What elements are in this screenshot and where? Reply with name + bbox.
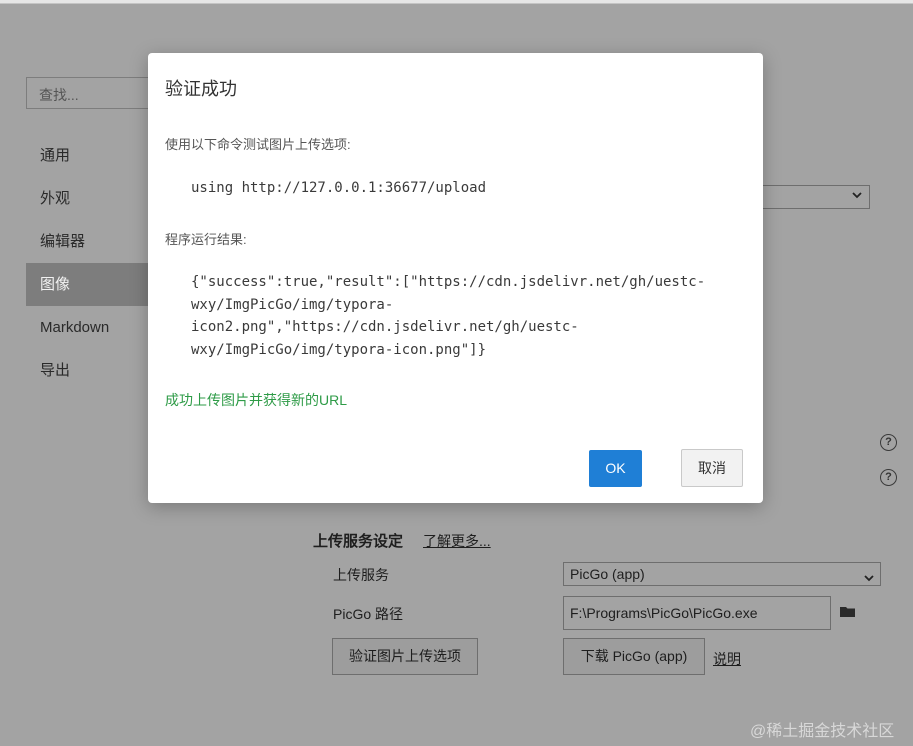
- upload-service-label: 上传服务: [333, 567, 389, 583]
- upload-service-select[interactable]: PicGo (app): [563, 562, 881, 586]
- picgo-path-input[interactable]: F:\Programs\PicGo\PicGo.exe: [563, 596, 831, 630]
- test-command: using http://127.0.0.1:36677/upload: [191, 180, 487, 196]
- sidebar-item-image[interactable]: 图像: [26, 263, 148, 306]
- help-link[interactable]: 说明: [713, 649, 741, 669]
- ok-button[interactable]: OK: [589, 450, 642, 487]
- upload-settings-title: 上传服务设定: [313, 533, 404, 550]
- verify-upload-button[interactable]: 验证图片上传选项: [332, 638, 478, 675]
- sidebar-item-general[interactable]: 通用: [26, 134, 148, 177]
- learn-more-link[interactable]: 了解更多...: [423, 531, 491, 551]
- image-action-select[interactable]: [760, 185, 870, 209]
- sidebar-item-appearance[interactable]: 外观: [26, 177, 148, 220]
- chevron-down-icon: [863, 568, 875, 590]
- cancel-button[interactable]: 取消: [681, 449, 743, 487]
- folder-icon[interactable]: [840, 605, 856, 617]
- result-line: wxy/ImgPicGo/img/typora-icon.png"]}: [191, 341, 487, 358]
- success-message: 成功上传图片并获得新的URL: [165, 392, 348, 408]
- help-icon[interactable]: ?: [880, 469, 897, 486]
- upload-service-value: PicGo (app): [570, 566, 645, 582]
- sidebar-item-export[interactable]: 导出: [26, 349, 148, 392]
- picgo-path-label: PicGo 路径: [333, 606, 404, 622]
- result-line: icon2.png","https://cdn.jsdelivr.net/gh/…: [191, 319, 579, 335]
- search-input[interactable]: 查找...: [26, 77, 150, 109]
- dialog-instruction: 使用以下命令测试图片上传选项:: [165, 137, 351, 152]
- verify-success-dialog: 验证成功 使用以下命令测试图片上传选项: using http://127.0.…: [148, 53, 763, 503]
- result-line: {"success":true,"result":["https://cdn.j…: [191, 274, 706, 290]
- sidebar-item-markdown[interactable]: Markdown: [26, 306, 148, 349]
- watermark: @稀土掘金技术社区: [750, 723, 895, 740]
- chevron-down-icon: [851, 189, 863, 204]
- window-top-edge: [0, 0, 913, 4]
- result-line: wxy/ImgPicGo/img/typora-: [191, 296, 394, 313]
- download-picgo-button[interactable]: 下载 PicGo (app): [563, 638, 705, 675]
- dialog-title: 验证成功: [165, 79, 237, 99]
- result-label: 程序运行结果:: [165, 232, 247, 247]
- sidebar-item-editor[interactable]: 编辑器: [26, 220, 148, 263]
- help-icon[interactable]: ?: [880, 434, 897, 451]
- sidebar-nav: 通用 外观 编辑器 图像 Markdown 导出: [26, 134, 148, 392]
